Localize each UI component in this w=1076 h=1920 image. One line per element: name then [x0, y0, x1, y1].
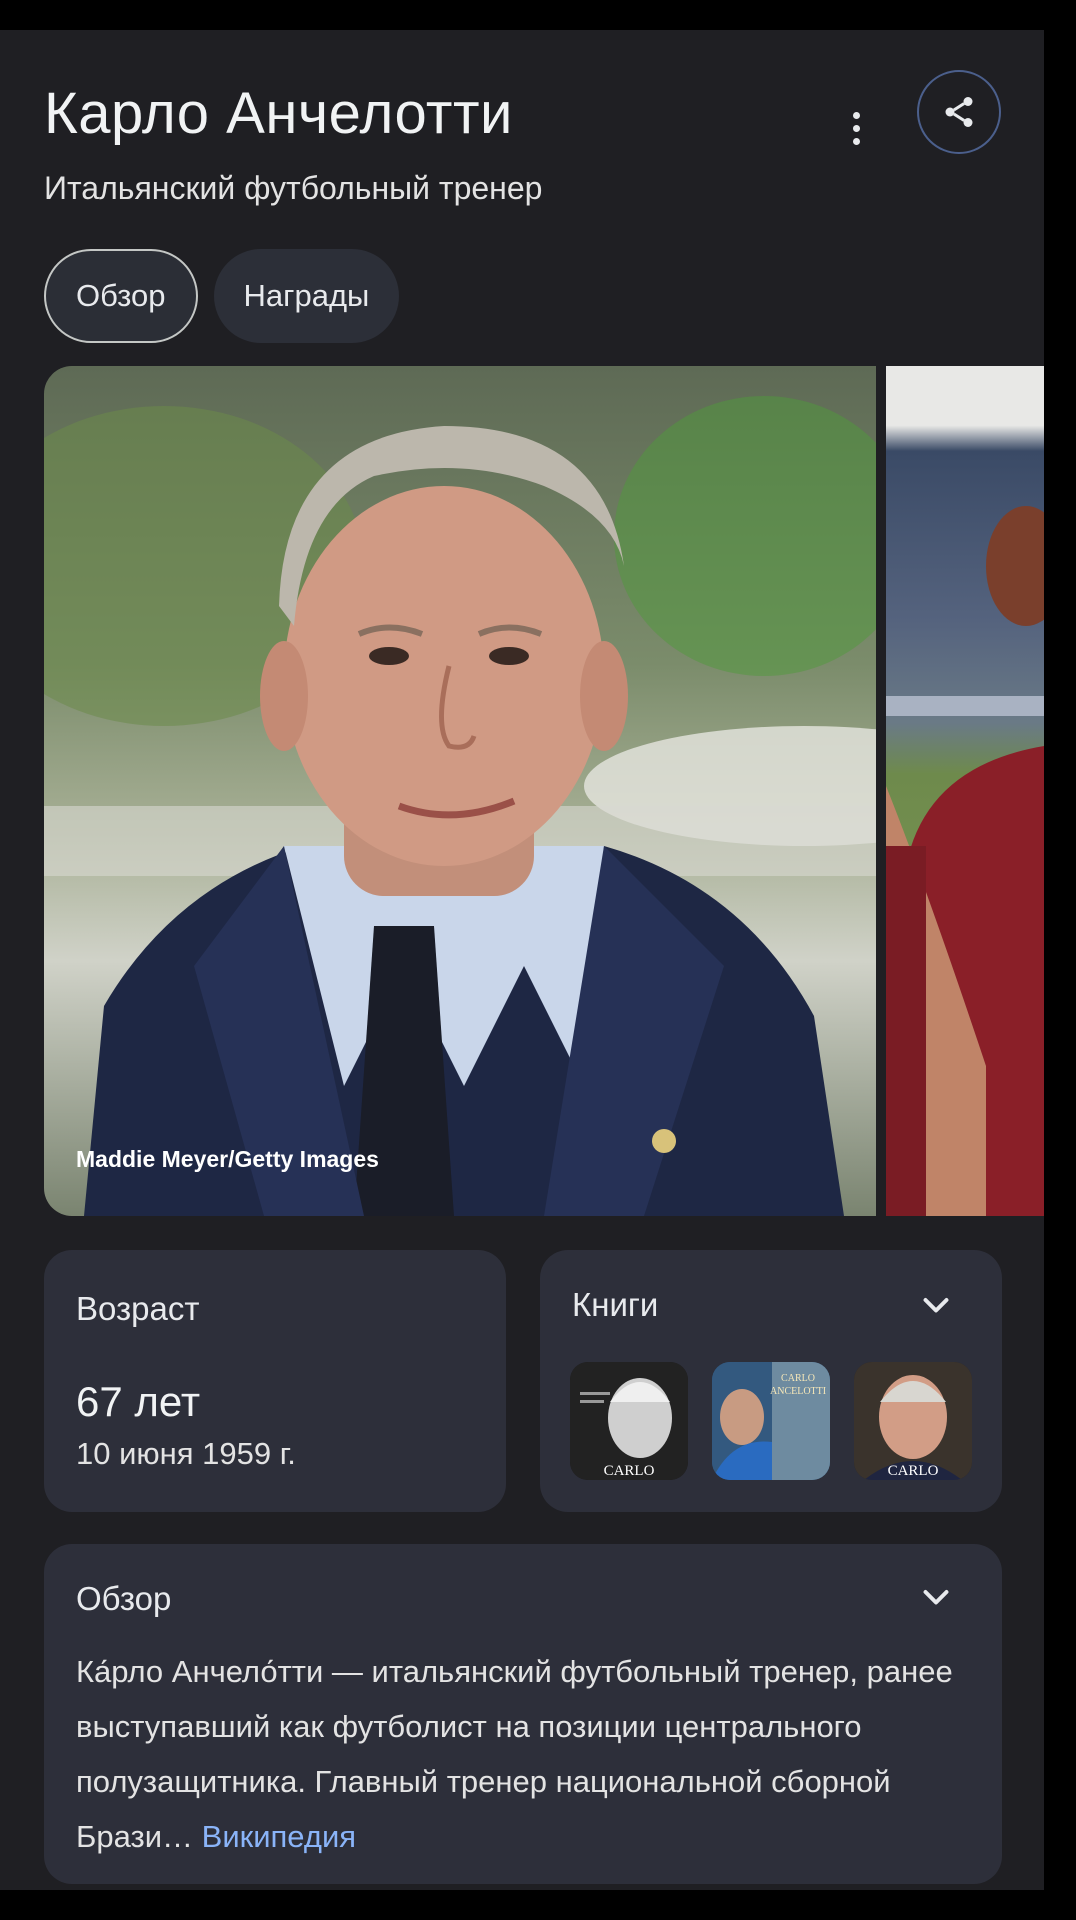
book-cover-label: CARLO ANCELOTTI — [770, 1373, 827, 1397]
book-cover-label: CARLO — [887, 1463, 939, 1479]
entity-subtitle: Итальянский футбольный тренер — [44, 170, 543, 206]
books-heading: Книги — [572, 1286, 659, 1323]
more-options-button[interactable] — [836, 98, 876, 158]
secondary-image[interactable] — [886, 366, 1044, 1216]
age-heading: Возраст — [76, 1290, 200, 1327]
tab-bar: Обзор Награды — [44, 249, 400, 343]
more-vert-icon — [852, 111, 860, 119]
birth-date: 10 июня 1959 г. — [76, 1436, 296, 1471]
share-icon — [945, 97, 973, 127]
book-cover-label: CARLO — [603, 1463, 655, 1479]
entity-title: Карло Анчелотти — [44, 81, 513, 146]
book-cover-2[interactable]: CARLO ANCELOTTI — [712, 1362, 830, 1480]
tab-overview[interactable]: Обзор — [44, 249, 198, 343]
wikipedia-link[interactable]: Википедия — [202, 1819, 356, 1854]
image-credit: Maddie Meyer/Getty Images — [76, 1146, 379, 1172]
overview-card[interactable]: Обзор Ка́рло Анчело́тти — итальянский фу… — [44, 1544, 1002, 1884]
chevron-down-icon[interactable] — [918, 1288, 954, 1324]
age-card: Возраст 67 лет 10 июня 1959 г. — [44, 1250, 506, 1512]
overview-heading: Обзор — [76, 1580, 172, 1617]
overview-description: Ка́рло Анчело́тти — итальянский футбольн… — [76, 1644, 976, 1864]
book-cover-3[interactable]: CARLO — [854, 1362, 972, 1480]
portrait-illustration — [44, 396, 876, 1216]
age-value: 67 лет — [76, 1378, 201, 1425]
secondary-illustration — [886, 506, 1044, 1216]
tab-awards[interactable]: Награды — [213, 249, 400, 343]
book-cover-1[interactable]: CARLO — [570, 1362, 688, 1480]
books-card[interactable]: Книги CARLO CARLO ANCELOTTI CARLO — [540, 1250, 1002, 1512]
chevron-down-icon[interactable] — [918, 1580, 954, 1616]
knowledge-panel: Карло Анчелотти Итальянский футбольный т… — [0, 30, 1044, 1890]
hero-image[interactable]: Maddie Meyer/Getty Images — [44, 366, 876, 1216]
share-button[interactable] — [917, 70, 1001, 154]
